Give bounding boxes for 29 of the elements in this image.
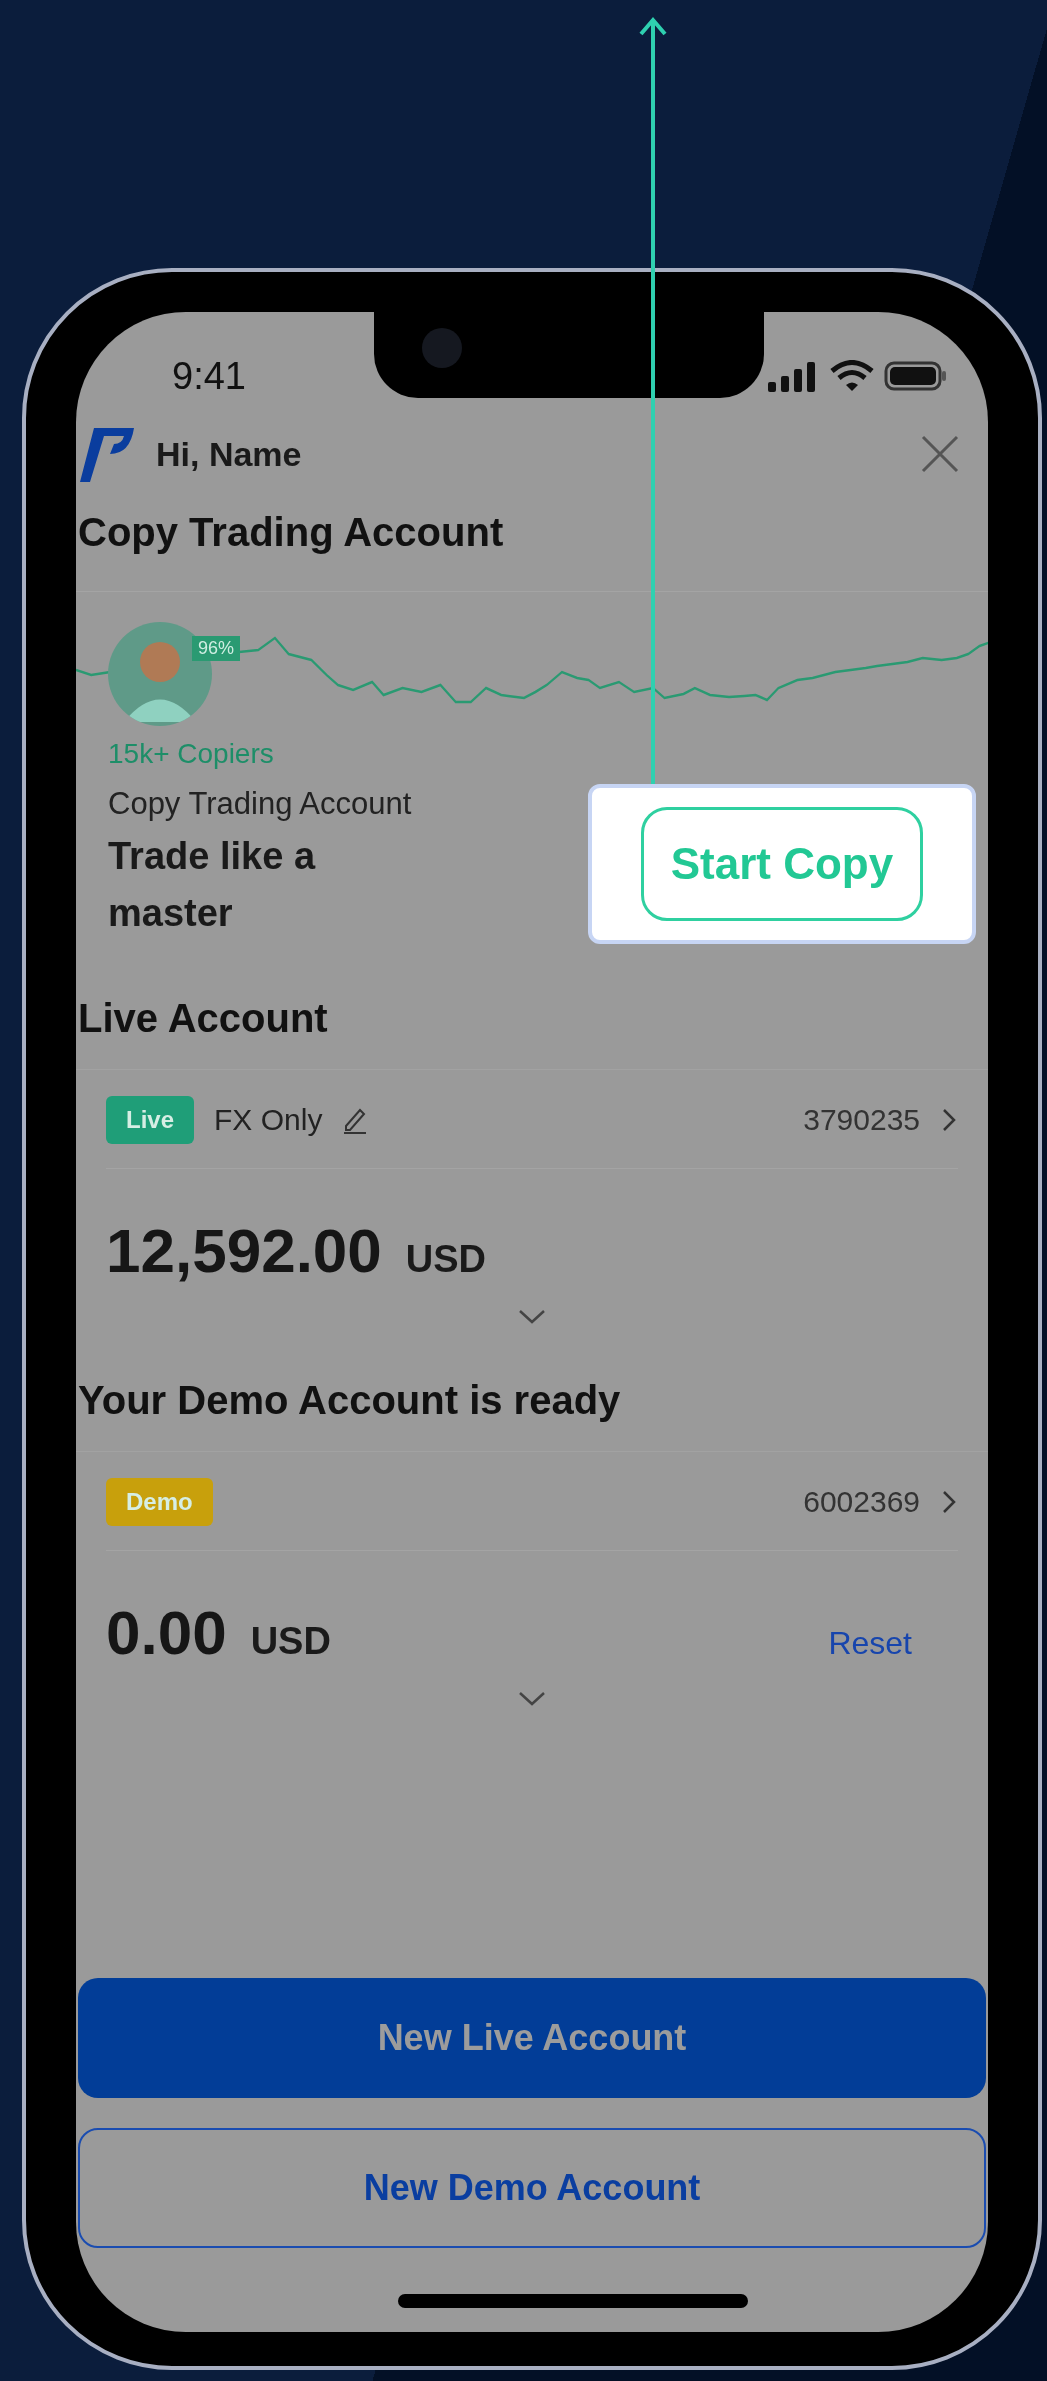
win-rate-badge: 96% — [192, 636, 241, 661]
reset-link[interactable]: Reset — [828, 1625, 912, 1662]
chevron-down-icon[interactable] — [517, 1690, 547, 1708]
promo-headline: Trade like a master — [108, 834, 317, 936]
start-copy-button[interactable]: Start Copy — [641, 807, 923, 921]
account-type-badge: Live — [106, 1096, 195, 1144]
account-type-badge: Demo — [106, 1478, 213, 1526]
new-account-button[interactable]: New Live Account — [78, 1978, 986, 2098]
battery-icon — [884, 360, 948, 392]
section-title: Your Demo Account is ready — [77, 1377, 622, 1423]
account-balance: 12,592.00 — [106, 1215, 382, 1286]
account-balance: 0.00 — [106, 1597, 227, 1668]
currency-label: USD — [250, 1620, 331, 1663]
close-icon[interactable] — [920, 434, 960, 474]
section-title: Copy Trading Account — [77, 509, 505, 555]
section-title: Live Account — [77, 995, 329, 1041]
promo-subtitle: Copy Trading Account — [108, 786, 413, 822]
copiers-count: 15k+ Copiers — [107, 737, 275, 770]
account-number[interactable]: 6002369 — [803, 1485, 920, 1519]
wifi-icon — [830, 360, 874, 392]
status-time: 9:41 — [172, 354, 246, 398]
greeting: Hi, Name — [156, 434, 302, 474]
camera-icon — [422, 328, 462, 368]
currency-label: USD — [405, 1238, 487, 1281]
chevron-down-icon[interactable] — [517, 1308, 547, 1326]
account-number[interactable]: 3790235 — [803, 1103, 920, 1137]
edit-icon[interactable] — [342, 1106, 369, 1134]
new-account-button[interactable]: New Demo Account — [78, 2128, 986, 2248]
account-name: FX Only — [214, 1103, 323, 1137]
